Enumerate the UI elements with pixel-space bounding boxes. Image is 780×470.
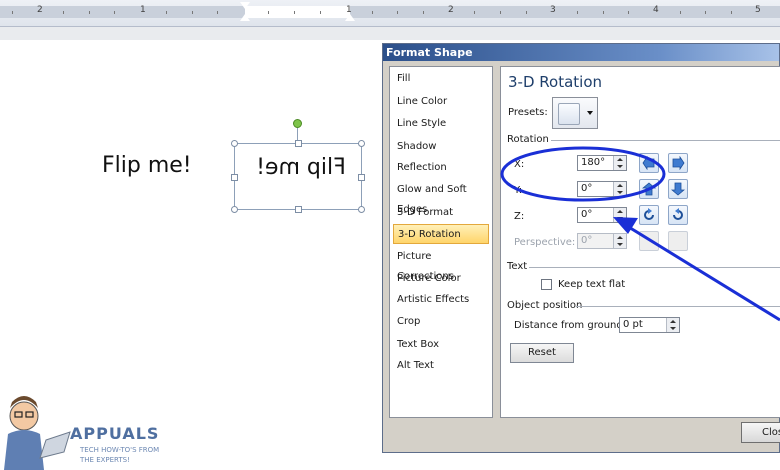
logo-tagline: THE EXPERTS! [80, 456, 130, 464]
logo-wordmark: APPUALS [70, 424, 160, 443]
highlight-ellipse [500, 146, 666, 202]
annotation-arrow-shaft [626, 224, 780, 322]
logo-tagline: TECH HOW-TO'S FROM [80, 446, 160, 454]
